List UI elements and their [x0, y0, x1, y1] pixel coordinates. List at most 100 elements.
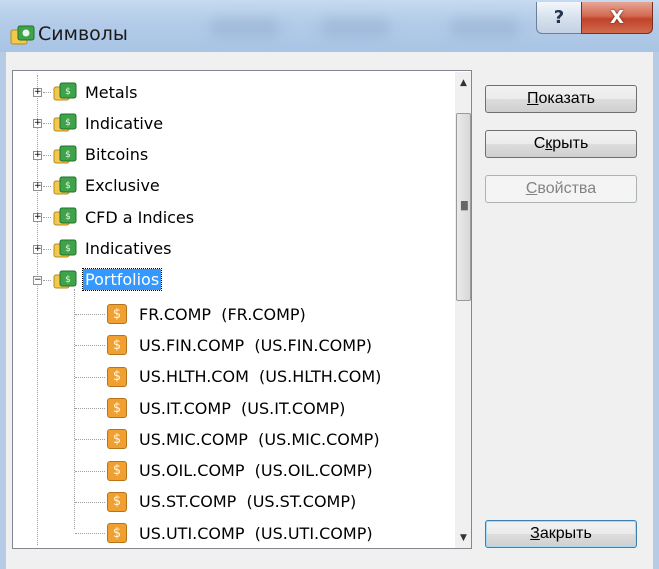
symbol-label: US.HLTH.COM (US.HLTH.COM)	[139, 367, 382, 387]
show-button-accel: П	[526, 90, 539, 107]
tree-branch-line	[43, 154, 51, 156]
tree-group-metals[interactable]: + $ Metals	[32, 77, 140, 107]
close-button-accel: З	[530, 525, 540, 542]
dollar-symbol-icon: $	[107, 304, 127, 325]
dollar-symbol-icon: $	[107, 429, 127, 450]
tree-group-exclusive[interactable]: + $ Exclusive	[32, 171, 162, 201]
symbols-window-icon	[10, 25, 35, 45]
tree-group-label: Indicatives	[85, 239, 172, 258]
expand-plus-icon[interactable]: +	[33, 119, 42, 129]
symbol-item[interactable]: $ US.UTI.COMP (US.UTI.COMP)	[75, 518, 375, 548]
window-title: Символы	[38, 23, 128, 45]
show-button-label: оказать	[538, 90, 595, 107]
close-button-label: акрыть	[539, 525, 592, 542]
collapse-minus-icon[interactable]: −	[33, 275, 42, 285]
symbol-label: US.UTI.COMP (US.UTI.COMP)	[139, 523, 373, 543]
svg-text:$: $	[65, 244, 71, 254]
symbols-tree[interactable]: + $ Metals + $ Indicative + $ Bitcoins + $ Exclusiv…	[12, 70, 472, 549]
symbol-item[interactable]: $ FR.COMP (FR.COMP)	[75, 299, 308, 329]
tree-branch-line	[43, 248, 51, 250]
symbol-label: US.IT.COMP (US.IT.COMP)	[139, 398, 346, 418]
tree-group-label: Bitcoins	[85, 145, 149, 165]
tree-branch-line	[75, 533, 105, 535]
hide-button-label-pre: С	[533, 135, 546, 152]
folder-group-icon: $	[53, 175, 83, 197]
properties-button-accel: С	[525, 180, 538, 197]
tree-group-label: Indicative	[85, 113, 164, 133]
close-icon: X	[610, 7, 624, 28]
tree-branch-line	[75, 501, 105, 503]
tree-branch-line	[75, 314, 105, 316]
symbol-label: US.OIL.COMP (US.OIL.COMP)	[139, 461, 373, 481]
folder-group-icon: $	[53, 144, 83, 166]
svg-text:$: $	[65, 275, 71, 285]
tree-branch-line	[43, 185, 51, 187]
window-border-left	[0, 52, 6, 569]
window-border-right	[653, 52, 659, 569]
hide-button-label: рыть	[552, 135, 589, 152]
help-button[interactable]: ?	[536, 2, 582, 34]
symbol-item[interactable]: $ US.OIL.COMP (US.OIL.COMP)	[75, 456, 375, 486]
hide-button-accel: к	[545, 135, 553, 152]
hide-button[interactable]: Ск рыть	[485, 130, 637, 158]
svg-text:$: $	[65, 87, 71, 97]
symbol-item[interactable]: $ US.ST.COMP (US.ST.COMP)	[75, 487, 358, 517]
expand-plus-icon[interactable]: +	[33, 150, 42, 160]
help-glyph: ?	[553, 7, 565, 28]
tree-group-indicatives[interactable]: + $ Indicatives	[32, 234, 173, 264]
tree-group-label: Exclusive	[85, 176, 160, 196]
folder-group-icon: $	[53, 81, 83, 103]
window-close-button[interactable]: X	[581, 2, 653, 34]
tree-vertical-scrollbar[interactable]: ▲ ▬ ▬ ▬ ▼	[455, 72, 471, 548]
dollar-symbol-icon: $	[107, 335, 127, 356]
dollar-symbol-icon: $	[107, 366, 127, 387]
svg-text:$: $	[65, 118, 71, 128]
symbol-label: FR.COMP (FR.COMP)	[139, 304, 306, 324]
tree-group-portfolios[interactable]: − $ Portfolios	[32, 265, 163, 295]
tree-branch-line	[43, 279, 51, 281]
tree-branch-line	[43, 123, 51, 125]
folder-group-icon: $	[53, 112, 83, 134]
properties-button-label: войства	[537, 180, 597, 197]
dollar-symbol-icon: $	[107, 491, 127, 512]
scroll-up-arrow-icon[interactable]: ▲	[455, 74, 471, 91]
show-button[interactable]: Показать	[485, 85, 637, 113]
title-bar[interactable]: Символы ? X	[0, 0, 659, 52]
tree-branch-line	[75, 376, 105, 378]
tree-group-bitcoins[interactable]: + $ Bitcoins	[32, 140, 150, 170]
expand-plus-icon[interactable]: +	[33, 244, 42, 254]
tree-group-label: Metals	[85, 82, 138, 102]
scroll-down-arrow-icon[interactable]: ▼	[455, 529, 471, 546]
tree-branch-line	[75, 345, 105, 347]
scroll-grip-icon: ▬ ▬ ▬	[460, 198, 469, 214]
symbol-item[interactable]: $ US.HLTH.COM (US.HLTH.COM)	[75, 362, 383, 392]
close-button[interactable]: Закрыть	[485, 520, 637, 548]
symbol-label: US.MIC.COMP (US.MIC.COMP)	[139, 429, 380, 449]
tree-group-cfd-a-indices[interactable]: + $ CFD a Indices	[32, 202, 196, 232]
tree-branch-line	[43, 92, 51, 93]
expand-plus-icon[interactable]: +	[33, 213, 42, 223]
symbol-item[interactable]: $ US.IT.COMP (US.IT.COMP)	[75, 393, 347, 423]
folder-group-icon: $	[53, 206, 83, 228]
tree-branch-line	[43, 217, 51, 219]
expand-plus-icon[interactable]: +	[33, 88, 42, 97]
expand-plus-icon[interactable]: +	[33, 181, 42, 191]
svg-text:$: $	[65, 181, 71, 191]
tree-group-indicative[interactable]: + $ Indicative	[32, 108, 165, 138]
folder-group-icon: $	[53, 269, 83, 291]
dollar-symbol-icon: $	[107, 398, 127, 418]
properties-button[interactable]: Свойства	[485, 175, 637, 203]
tree-branch-line	[75, 408, 105, 409]
tree-branch-line	[75, 470, 105, 472]
tree-group-label: Portfolios	[81, 268, 163, 292]
tree-group-label: CFD a Indices	[85, 207, 195, 227]
symbol-label: US.FIN.COMP (US.FIN.COMP)	[139, 335, 372, 355]
svg-text:$: $	[65, 150, 71, 160]
dollar-symbol-icon: $	[107, 523, 127, 544]
scroll-thumb[interactable]: ▬ ▬ ▬	[456, 113, 471, 301]
symbol-label: US.ST.COMP (US.ST.COMP)	[139, 492, 357, 512]
svg-text:$: $	[65, 212, 71, 222]
symbol-item[interactable]: $ US.MIC.COMP (US.MIC.COMP)	[75, 424, 382, 454]
tree-branch-line	[75, 439, 105, 441]
symbol-item[interactable]: $ US.FIN.COMP (US.FIN.COMP)	[75, 330, 374, 360]
